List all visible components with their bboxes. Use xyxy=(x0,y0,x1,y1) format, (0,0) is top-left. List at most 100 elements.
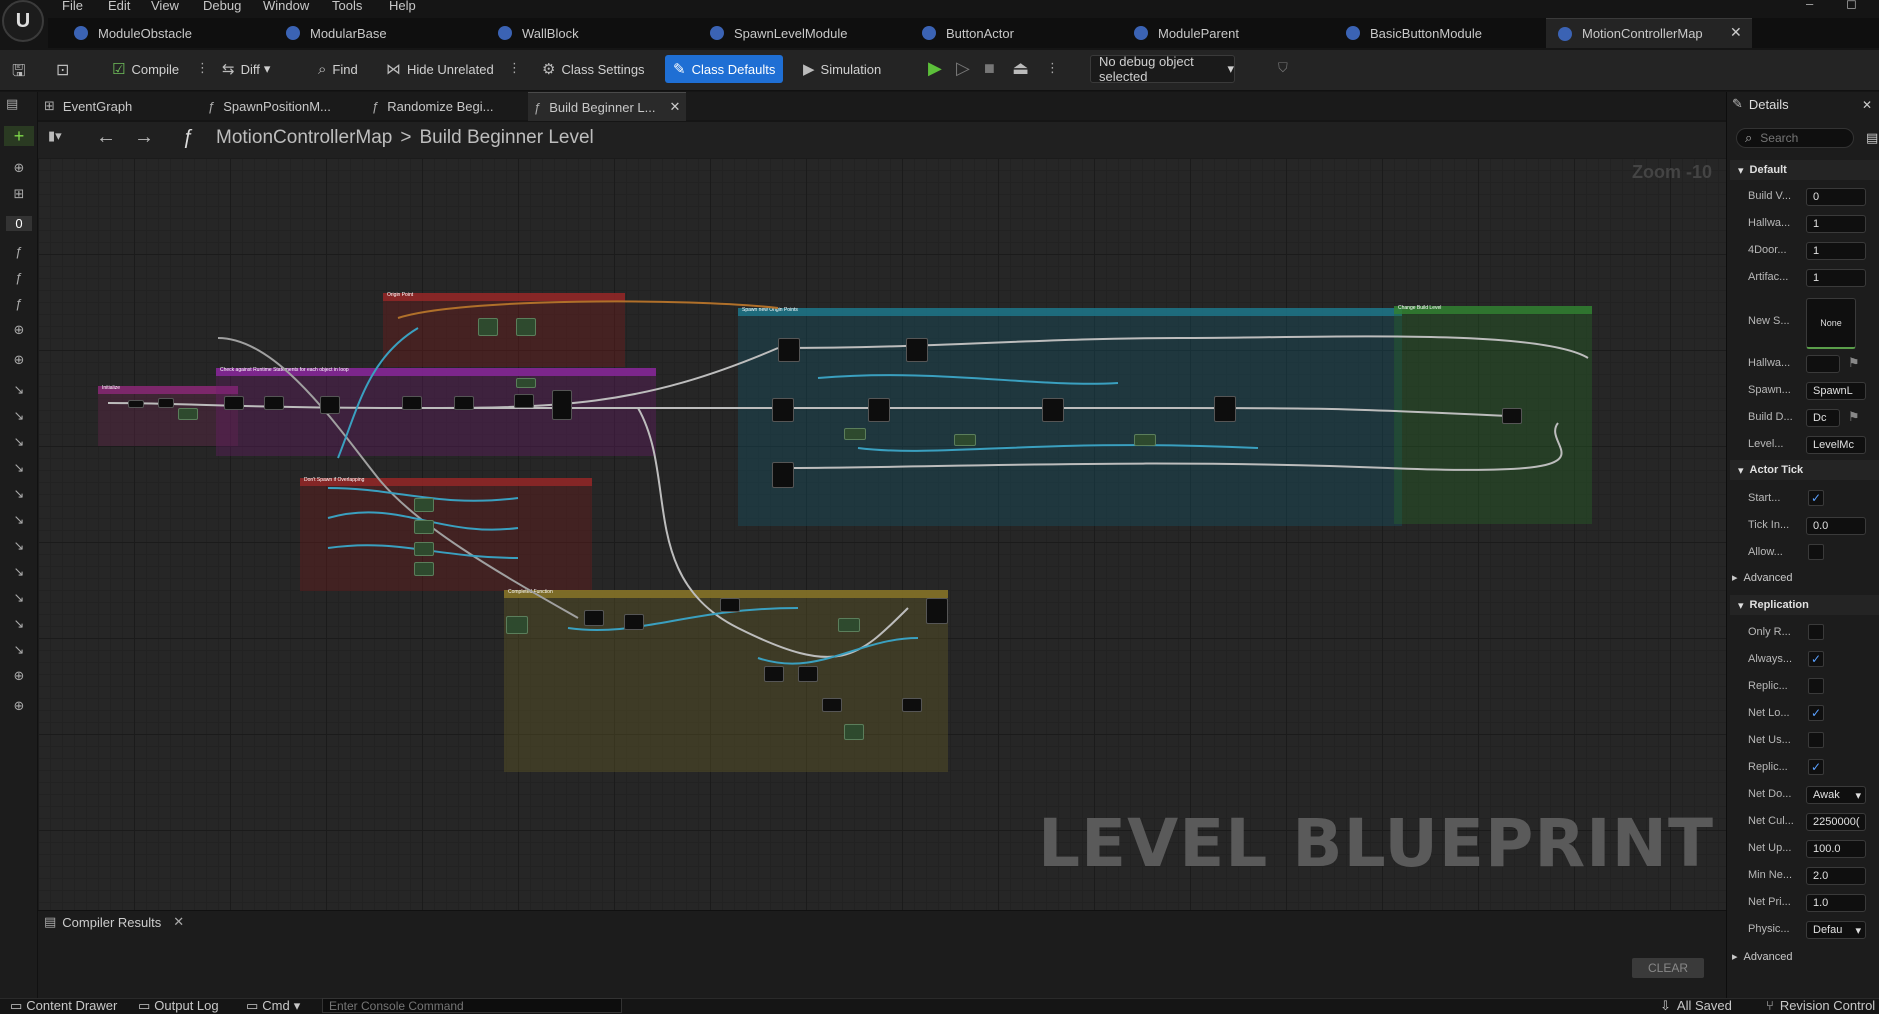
tab-moduleparent[interactable]: ModuleParent xyxy=(1122,18,1332,48)
output-log-button[interactable]: ▭ Output Log xyxy=(138,998,219,1014)
spawn-field[interactable]: SpawnL xyxy=(1806,382,1866,400)
graph-node[interactable] xyxy=(552,390,572,420)
start-checkbox[interactable]: ✓ xyxy=(1808,490,1824,506)
class-defaults-button[interactable]: ✎ Class Defaults xyxy=(665,55,784,83)
graph-node[interactable] xyxy=(868,398,890,422)
graph-node[interactable] xyxy=(764,666,784,682)
artifac-field[interactable]: 1 xyxy=(1806,269,1866,287)
unreal-logo-icon[interactable]: U xyxy=(2,0,44,42)
graph-icon[interactable]: ⊞ xyxy=(6,186,32,202)
close-details-icon[interactable]: ✕ xyxy=(1862,98,1872,112)
flag-icon[interactable]: ⚑ xyxy=(1848,355,1860,371)
tab-eventgraph[interactable]: ⊞ EventGraph xyxy=(44,92,132,120)
graph-node[interactable] xyxy=(926,598,948,624)
menu-tools[interactable]: Tools xyxy=(332,0,362,13)
tab-compiler-results[interactable]: ▤ Compiler Results ✕ xyxy=(44,912,184,932)
graph-node[interactable] xyxy=(1214,396,1236,422)
graph-node[interactable] xyxy=(514,394,534,408)
graph-node[interactable] xyxy=(264,396,284,410)
graph-node[interactable] xyxy=(414,542,434,556)
graph-node[interactable] xyxy=(772,398,794,422)
graph-node[interactable] xyxy=(478,318,498,336)
variable-icon[interactable]: ↘ xyxy=(6,642,32,658)
diff-button[interactable]: ⇆ Diff ▾ xyxy=(222,55,270,83)
variable-icon[interactable]: ↘ xyxy=(6,382,32,398)
graph-node[interactable] xyxy=(414,562,434,576)
save-icon[interactable]: 🖫 xyxy=(12,60,26,87)
graph-node[interactable] xyxy=(720,598,740,612)
tab-randomize[interactable]: ƒ Randomize Begi... xyxy=(372,92,493,120)
variable-icon[interactable]: ↘ xyxy=(6,564,32,580)
details-tab[interactable]: ✎ Details xyxy=(1732,96,1789,112)
net-pri-field[interactable]: 1.0 xyxy=(1806,894,1866,912)
graph-node[interactable] xyxy=(224,396,244,410)
graph-node[interactable] xyxy=(822,698,842,712)
variable-icon[interactable]: ↘ xyxy=(6,538,32,554)
tab-build-beginner-level[interactable]: ƒ Build Beginner L... ✕ xyxy=(528,92,687,121)
graph-node[interactable] xyxy=(414,498,434,512)
maximize-icon[interactable]: ◻ xyxy=(1846,0,1857,12)
menu-file[interactable]: File xyxy=(62,0,83,13)
graph-node[interactable] xyxy=(584,610,604,626)
replic-checkbox[interactable] xyxy=(1808,678,1824,694)
eject-icon[interactable]: ⏏ xyxy=(1012,58,1029,79)
simulation-button[interactable]: ▶ Simulation xyxy=(803,55,881,83)
step-icon[interactable]: ▷ xyxy=(956,58,970,79)
replic2-checkbox[interactable]: ✓ xyxy=(1808,759,1824,775)
advanced-expander[interactable]: ▸ Advanced xyxy=(1732,950,1792,963)
close-tab-icon[interactable]: ✕ xyxy=(173,914,184,930)
revision-control-button[interactable]: ⑂ Revision Control xyxy=(1766,998,1875,1013)
variable-icon[interactable]: ↘ xyxy=(6,486,32,502)
net-cul-field[interactable]: 2250000( xyxy=(1806,813,1866,831)
graph-node[interactable] xyxy=(454,396,474,410)
menu-window[interactable]: Window xyxy=(263,0,309,13)
tab-buttonactor[interactable]: ButtonActor xyxy=(910,18,1120,48)
graph-node[interactable] xyxy=(844,724,864,740)
graph-node[interactable] xyxy=(1502,408,1522,424)
stop-icon[interactable]: ■ xyxy=(984,58,995,79)
section-replication[interactable]: ▾ Replication xyxy=(1730,595,1879,615)
close-tab-icon[interactable]: ✕ xyxy=(1730,24,1742,41)
console-command-input[interactable] xyxy=(322,998,622,1013)
hide-unrelated-button[interactable]: ⋈ Hide Unrelated xyxy=(386,55,494,83)
net-up-field[interactable]: 100.0 xyxy=(1806,840,1866,858)
tab-modularbase[interactable]: ModularBase xyxy=(274,18,484,48)
variable-icon[interactable]: ↘ xyxy=(6,434,32,450)
variable-icon[interactable]: ↘ xyxy=(6,408,32,424)
forward-arrow-icon[interactable]: → xyxy=(134,126,154,149)
variable-icon[interactable]: ↘ xyxy=(6,512,32,528)
minimize-icon[interactable]: – xyxy=(1806,0,1813,11)
tab-moduleobstacle[interactable]: ModuleObstacle xyxy=(62,18,272,48)
advanced-expander[interactable]: ▸ Advanced xyxy=(1732,571,1792,584)
tab-spawnlevelmodule[interactable]: SpawnLevelModule xyxy=(698,18,908,48)
tab-wallblock[interactable]: WallBlock xyxy=(486,18,696,48)
play-icon[interactable]: ▶ xyxy=(928,58,942,79)
always-checkbox[interactable]: ✓ xyxy=(1808,651,1824,667)
menu-help[interactable]: Help xyxy=(389,0,416,13)
macros-add-icon[interactable]: ⊕ xyxy=(6,322,32,338)
graph-node[interactable] xyxy=(516,318,536,336)
menu-view[interactable]: View xyxy=(151,0,179,13)
property-matrix-icon[interactable]: ▤ xyxy=(1866,130,1878,146)
save-status[interactable]: ⇩ All Saved xyxy=(1660,998,1732,1014)
play-options-icon[interactable]: ⋮ xyxy=(1046,60,1059,76)
tick-in-field[interactable]: 0.0 xyxy=(1806,517,1866,535)
graph-node[interactable] xyxy=(844,428,866,440)
graph-node[interactable] xyxy=(414,520,434,534)
variable-icon[interactable]: ↘ xyxy=(6,460,32,476)
function-icon[interactable]: ƒ xyxy=(6,244,32,259)
min-ne-field[interactable]: 2.0 xyxy=(1806,867,1866,885)
class-settings-button[interactable]: ⚙ Class Settings xyxy=(542,55,645,83)
build-v-field[interactable]: 0 xyxy=(1806,188,1866,206)
graphs-add-icon[interactable]: ⊕ xyxy=(6,160,32,176)
new-s-asset-thumbnail[interactable]: None xyxy=(1806,298,1856,349)
graph-node[interactable] xyxy=(772,462,794,488)
4door-field[interactable]: 1 xyxy=(1806,242,1866,260)
blueprint-graph-canvas[interactable]: Zoom -10 LEVEL BLUEPRINT Origin Point Sp… xyxy=(38,158,1726,910)
more-options-icon[interactable]: ⋮ xyxy=(508,60,521,76)
variables-add-icon[interactable]: ⊕ xyxy=(6,352,32,368)
graph-node[interactable] xyxy=(798,666,818,682)
compile-button[interactable]: ☑ Compile xyxy=(112,55,179,83)
allow-checkbox[interactable] xyxy=(1808,544,1824,560)
graph-node[interactable] xyxy=(128,400,144,408)
